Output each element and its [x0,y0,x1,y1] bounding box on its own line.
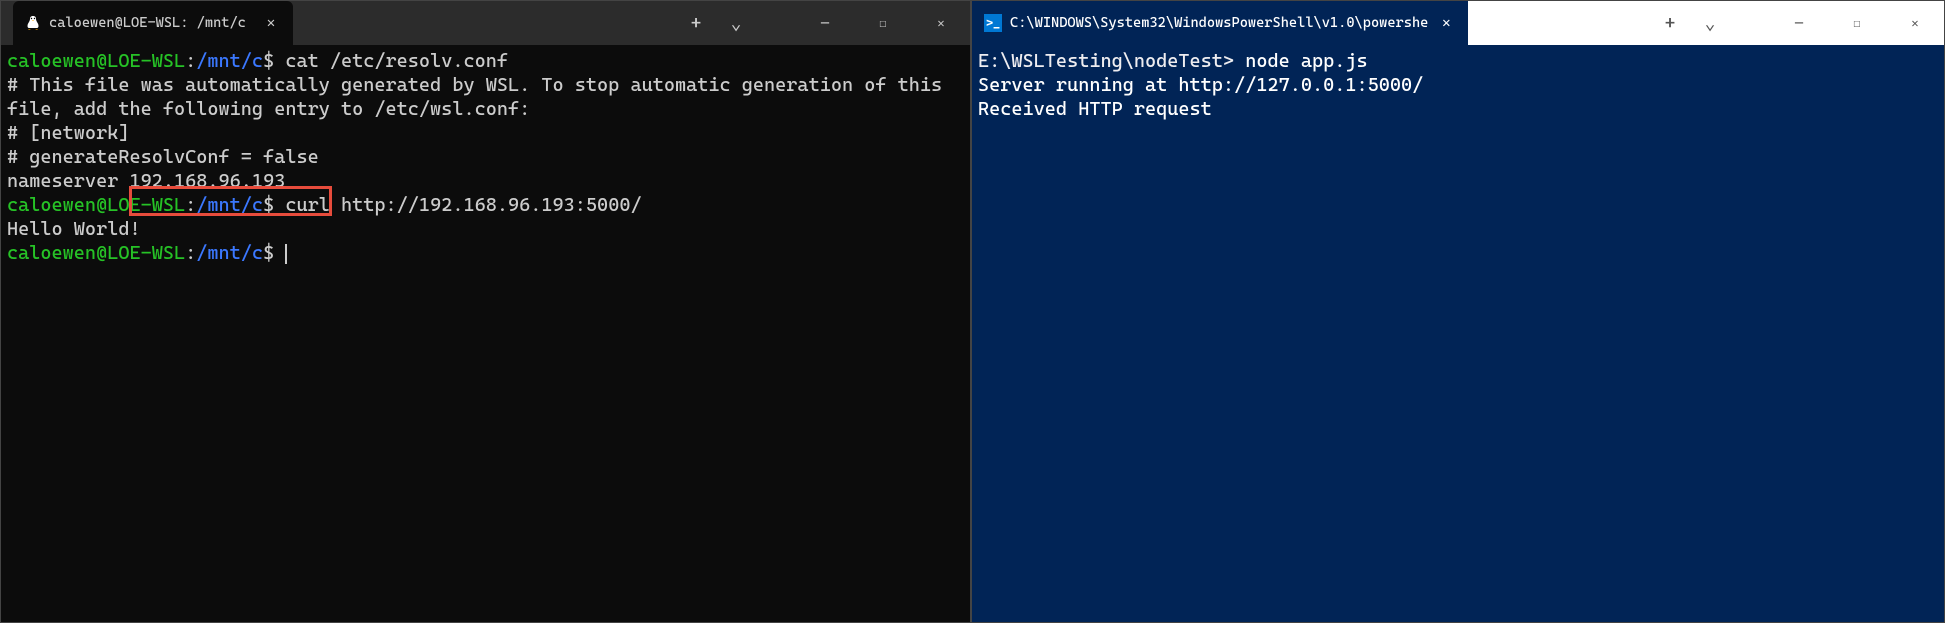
dropdown-button-left[interactable]: ⌄ [716,1,756,45]
tux-icon [25,15,41,31]
output-hello: Hello World! [7,218,141,240]
prompt-colon: : [185,194,196,216]
prompt-path-ps: E:\WSLTesting\nodeTest> [978,50,1234,72]
output-nameserver-ip: 192.168.96.193 [129,170,285,192]
titlebar-controls-right: + ⌄ ─ ☐ ✕ [1650,1,1944,45]
terminal-body-wsl[interactable]: caloewen@LOE-WSL:/mnt/c$ cat /etc/resolv… [1,45,970,622]
prompt-path: /mnt/c [196,242,263,264]
minimize-button-left[interactable]: ─ [796,1,854,45]
command-node: node app.js [1234,50,1368,72]
output-comment-1: # This file was automatically generated … [7,74,953,120]
new-tab-button-left[interactable]: + [676,1,716,45]
prompt-dollar: $ [263,194,274,216]
prompt-user: caloewen@LOE-WSL [7,242,185,264]
terminal-window-powershell: >_ C:\WINDOWS\System32\WindowsPowerShell… [971,0,1945,623]
output-server-running: Server running at http://127.0.0.1:5000/ [978,74,1423,96]
cursor [285,244,287,264]
command-curl: curl http://192.168.96.193:5000/ [274,194,641,216]
tab-close-powershell[interactable]: ✕ [1436,13,1456,33]
maximize-button-left[interactable]: ☐ [854,1,912,45]
tab-wsl[interactable]: caloewen@LOE-WSL: /mnt/c ✕ [13,1,293,45]
titlebar-left[interactable]: caloewen@LOE-WSL: /mnt/c ✕ + ⌄ ─ ☐ ✕ [1,1,970,45]
terminal-window-wsl: caloewen@LOE-WSL: /mnt/c ✕ + ⌄ ─ ☐ ✕ cal… [0,0,971,623]
output-comment-3: # generateResolvConf = false [7,146,319,168]
close-button-right[interactable]: ✕ [1886,1,1944,45]
tab-title-wsl: caloewen@LOE-WSL: /mnt/c [49,15,246,31]
dropdown-button-right[interactable]: ⌄ [1690,1,1730,45]
close-button-left[interactable]: ✕ [912,1,970,45]
titlebar-right[interactable]: >_ C:\WINDOWS\System32\WindowsPowerShell… [972,1,1944,45]
prompt-path: /mnt/c [196,50,263,72]
window-controls-right: ─ ☐ ✕ [1770,1,1944,45]
tab-title-powershell: C:\WINDOWS\System32\WindowsPowerShell\v1… [1010,15,1428,31]
prompt-dollar: $ [263,242,274,264]
maximize-button-right[interactable]: ☐ [1828,1,1886,45]
prompt-path: /mnt/c [196,194,263,216]
output-nameserver-prefix: nameserver [7,170,129,192]
window-controls-left: ─ ☐ ✕ [796,1,970,45]
prompt-user: caloewen@LOE-WSL [7,50,185,72]
output-received-request: Received HTTP request [978,98,1212,120]
output-comment-2: # [network] [7,122,129,144]
new-tab-button-right[interactable]: + [1650,1,1690,45]
tab-close-wsl[interactable]: ✕ [261,13,281,33]
minimize-button-right[interactable]: ─ [1770,1,1828,45]
prompt-user: caloewen@LOE-WSL [7,194,185,216]
prompt-dollar: $ [263,50,274,72]
titlebar-controls-left: + ⌄ ─ ☐ ✕ [676,1,970,45]
prompt-colon: : [185,242,196,264]
tab-powershell[interactable]: >_ C:\WINDOWS\System32\WindowsPowerShell… [972,1,1468,45]
powershell-icon: >_ [984,14,1002,32]
command-cat: cat /etc/resolv.conf [274,50,508,72]
terminal-body-powershell[interactable]: E:\WSLTesting\nodeTest> node app.js Serv… [972,45,1944,622]
prompt-colon: : [185,50,196,72]
